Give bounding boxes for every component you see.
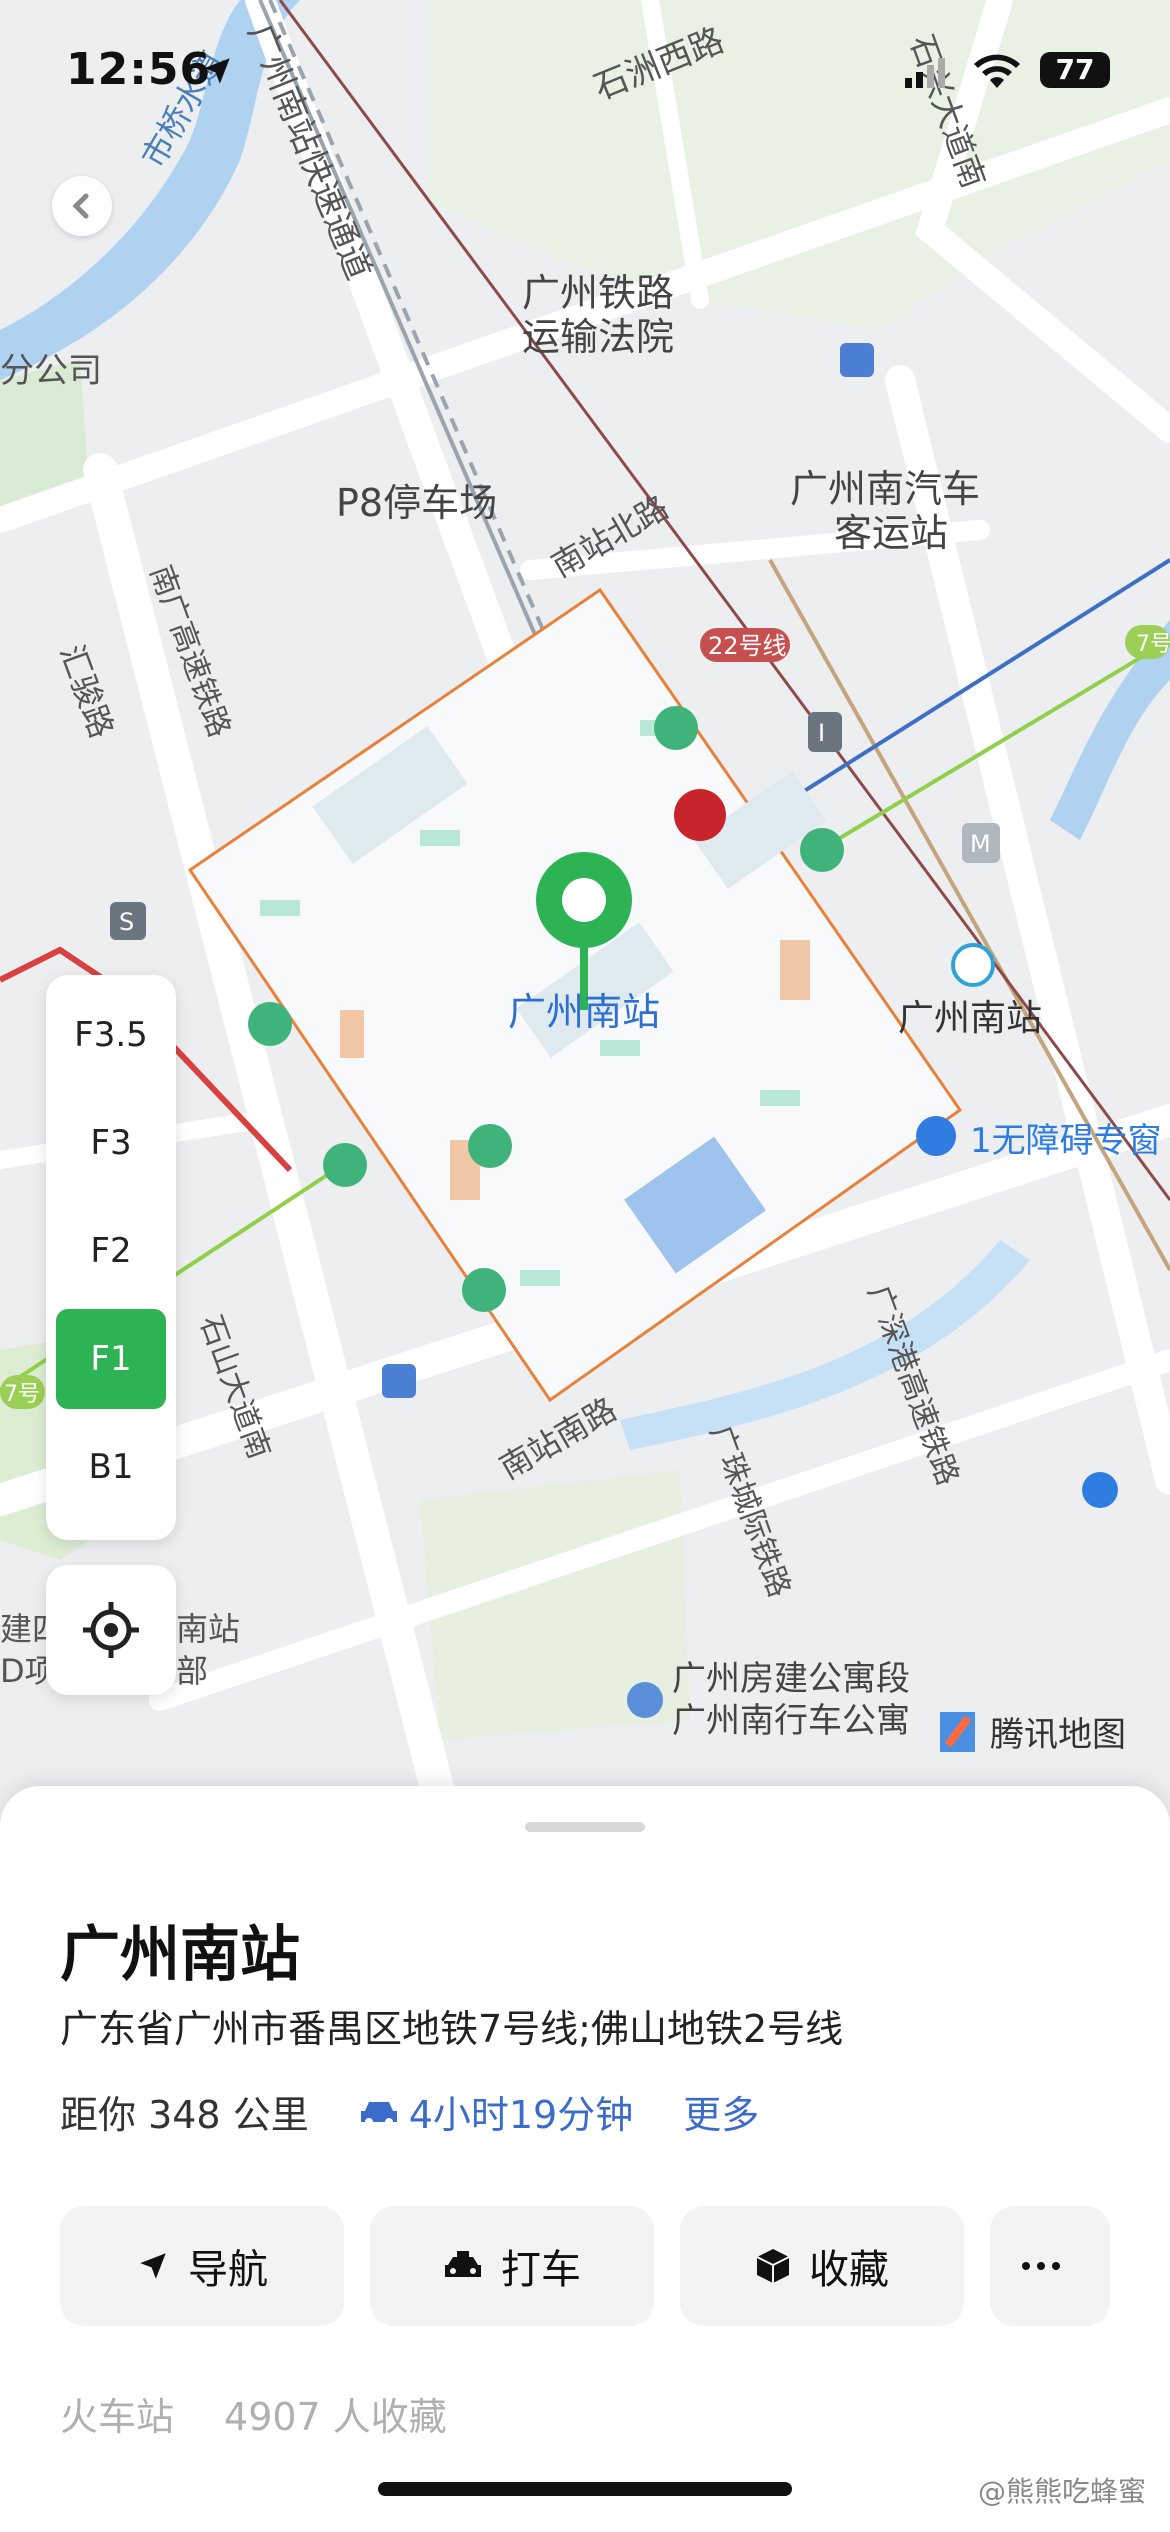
drive-time[interactable]: 4小时19分钟: [359, 2084, 634, 2139]
map-label-branch: 分公司: [0, 351, 102, 391]
map-label-bus-2: 客运站: [834, 511, 948, 555]
place-detail-sheet: 广州南站 广东省广州市番禺区地铁7号线;佛山地铁2号线 距你 348 公里 4小…: [0, 1786, 1170, 2532]
map-label-s: S: [119, 908, 134, 936]
navigate-button[interactable]: 导航: [60, 2206, 344, 2326]
more-dots-icon: [1022, 2262, 1060, 2270]
location-arrow-icon: [204, 58, 230, 84]
map-label-accessible: 1无障碍专窗: [970, 1121, 1162, 1161]
map-label-line7-right: 7号: [1136, 632, 1170, 657]
floor-f1[interactable]: F1: [56, 1309, 166, 1409]
place-address: 广东省广州市番禺区地铁7号线;佛山地铁2号线: [60, 2007, 844, 2051]
map-label-bus-1: 广州南汽车: [790, 467, 980, 511]
floor-b1[interactable]: B1: [56, 1417, 166, 1517]
cube-icon: [756, 2249, 790, 2283]
map-label-court-2: 运输法院: [522, 315, 674, 359]
floor-selector: F3.5 F3 F2 F1 B1: [46, 975, 176, 1540]
map-label-station-right: 广州南站: [898, 998, 1042, 1039]
map-label-line7-left: 7号: [4, 1382, 40, 1407]
more-link[interactable]: 更多: [683, 2084, 759, 2139]
map-label-parking: P8停车场: [336, 481, 497, 525]
signal-icon: [905, 58, 945, 88]
watermark: @熊熊吃蜂蜜: [977, 2475, 1146, 2508]
sheet-drag-handle[interactable]: [525, 1822, 645, 1832]
map-label-left-4: 部: [176, 1652, 208, 1690]
place-meta: 火车站 4907 人收藏: [60, 2386, 447, 2441]
map-label-left-3: 南站: [176, 1610, 240, 1648]
place-category: 火车站: [60, 2395, 175, 2439]
floor-f3[interactable]: F3: [56, 1093, 166, 1193]
favorites-count: 4907 人收藏: [224, 2395, 447, 2439]
drive-time-text: 4小时19分钟: [408, 2093, 634, 2137]
map-label-m: M: [970, 830, 991, 858]
map-view[interactable]: 石洲西路 石兴大道南 广州南站快速通道 市桥水道 分公司 广州铁路 运输法院 P…: [0, 0, 1170, 1800]
distance-text: 距你 348 公里: [60, 2093, 309, 2137]
favorite-label: 收藏: [809, 2247, 889, 2293]
taxi-icon: [445, 2251, 481, 2277]
navigation-arrow-icon: [140, 2253, 166, 2279]
map-label-i: I: [818, 719, 825, 747]
place-info-row: 距你 348 公里 4小时19分钟 更多: [60, 2084, 759, 2139]
navigate-label: 导航: [188, 2247, 268, 2293]
map-label-court-1: 广州铁路: [522, 271, 674, 315]
map-label-apartment-1: 广州房建公寓段: [672, 1659, 910, 1699]
place-title: 广州南站: [60, 1920, 300, 1990]
status-bar: 12:56 77: [0, 0, 1170, 140]
map-label-line22: 22号线: [708, 632, 787, 660]
crosshair-icon: [83, 1602, 139, 1658]
back-button[interactable]: [52, 176, 112, 236]
taxi-button[interactable]: 打车: [370, 2206, 654, 2326]
wifi-icon: [974, 54, 1020, 88]
favorite-button[interactable]: 收藏: [680, 2206, 964, 2326]
battery-indicator: 77: [1040, 52, 1110, 88]
floor-f2[interactable]: F2: [56, 1201, 166, 1301]
chevron-left-icon: [72, 193, 89, 219]
floor-f3-5[interactable]: F3.5: [56, 985, 166, 1085]
home-indicator[interactable]: [378, 2482, 792, 2496]
locate-button[interactable]: [46, 1565, 176, 1695]
taxi-label: 打车: [501, 2247, 581, 2293]
map-label-tencent: 腾讯地图: [990, 1715, 1126, 1755]
more-actions-button[interactable]: [990, 2206, 1110, 2326]
status-time: 12:56: [66, 44, 212, 95]
car-icon: [360, 2101, 397, 2126]
map-label-apartment-2: 广州南行车公寓: [672, 1701, 910, 1741]
station-pin-label[interactable]: 广州南站: [508, 990, 660, 1034]
